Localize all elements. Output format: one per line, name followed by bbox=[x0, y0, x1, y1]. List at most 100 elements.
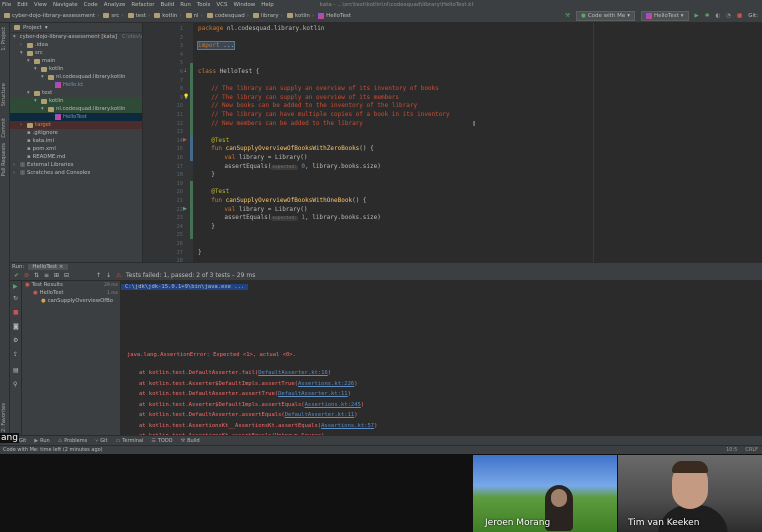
camera-icon[interactable]: ◙ bbox=[13, 323, 19, 330]
chevron-down-icon[interactable]: ▾ bbox=[27, 58, 32, 64]
stack-trace-link[interactable]: DefaultAsserter.kt:16 bbox=[258, 370, 328, 376]
pin-icon[interactable]: ⚲ bbox=[13, 381, 17, 388]
menu-item-analyze[interactable]: Analyze bbox=[104, 2, 126, 8]
project-tree-row[interactable]: ▾ main bbox=[10, 57, 142, 65]
project-tree-row[interactable]: ▾ test bbox=[10, 89, 142, 97]
rerun-failed-icon[interactable]: ↻ bbox=[13, 295, 18, 302]
breadcrumb-item[interactable]: codesquad › bbox=[206, 13, 249, 19]
menu-item-view[interactable]: View bbox=[34, 2, 47, 8]
chevron-down-icon[interactable]: ▾ bbox=[27, 90, 32, 96]
chevron-down-icon[interactable]: ▾ bbox=[20, 50, 25, 56]
breadcrumb-item[interactable]: cyber-dojo-library-assessment › bbox=[4, 13, 99, 19]
export-icon[interactable]: ⇪ bbox=[13, 351, 18, 358]
project-tree-row[interactable]: ▾ src bbox=[10, 49, 142, 57]
bulb-icon[interactable]: 💡 bbox=[183, 94, 189, 100]
project-panel-title[interactable]: Project bbox=[23, 25, 42, 31]
menu-item-window[interactable]: Window bbox=[234, 2, 256, 8]
menu-item-edit[interactable]: Edit bbox=[17, 2, 28, 8]
rerun-icon[interactable]: ▶ bbox=[13, 283, 18, 290]
project-tree-row[interactable]: › target bbox=[10, 121, 142, 129]
project-tree-row[interactable]: ▾ cyber-dojo-library-assessment [kata] C:\… bbox=[10, 33, 142, 41]
stop-icon[interactable]: ■ bbox=[737, 13, 742, 19]
sort-duration-icon[interactable]: ≡ bbox=[44, 272, 49, 279]
run-tab-hellotest[interactable]: HelloTest × bbox=[28, 264, 68, 270]
tool-window-button[interactable]: ⚠ Problems bbox=[58, 438, 88, 444]
check-icon[interactable]: ✔ bbox=[14, 272, 19, 279]
participant-tile-left[interactable]: Jeroen Morang bbox=[473, 455, 617, 532]
caret-position[interactable]: 10:5 bbox=[726, 447, 737, 453]
structure-tool-tab[interactable]: Structure bbox=[1, 83, 7, 106]
project-tree-row[interactable]: Hello.kt bbox=[10, 81, 142, 89]
breadcrumb-item[interactable]: src › bbox=[103, 13, 124, 19]
test-result-row[interactable]: ● HelloTest 1 ms bbox=[22, 289, 120, 297]
menu-item-tools[interactable]: Tools bbox=[197, 2, 211, 8]
tool-window-button[interactable]: ⑂Git bbox=[95, 438, 107, 444]
stack-trace-link[interactable]: Assertions.kt:57 bbox=[321, 423, 374, 429]
stop-icon[interactable]: ■ bbox=[13, 309, 19, 316]
cancel-icon[interactable]: ⊘ bbox=[24, 272, 29, 279]
project-tree-row[interactable]: ▾ kotlin bbox=[10, 65, 142, 73]
sort-alpha-icon[interactable]: ⇅ bbox=[34, 272, 39, 279]
line-separator[interactable]: CRLF bbox=[745, 447, 758, 453]
code-editor[interactable]: 1 2 3 4 5 6 7 8 9 10 11 12 13 14 15 16 17 18 19 20 21 22 23 24 2… bbox=[143, 23, 762, 273]
project-tree-row[interactable]: ▪ pom.xml bbox=[10, 145, 142, 153]
project-tree-row[interactable]: › ▥ Scratches and Consoles bbox=[10, 169, 142, 177]
tool-window-button[interactable]: ☰ TODO bbox=[151, 438, 172, 444]
run-config-combo[interactable]: ● Code with Me ▾ bbox=[576, 11, 635, 21]
project-tree-row[interactable]: ▾ nl.codesquad.library.kotlin bbox=[10, 105, 142, 113]
stack-trace-link[interactable]: DefaultAsserter.kt:11 bbox=[285, 412, 355, 418]
run-test-icon[interactable]: ▶ bbox=[183, 137, 187, 143]
menu-item-navigate[interactable]: Navigate bbox=[53, 2, 78, 8]
menu-item-build[interactable]: Build bbox=[160, 2, 174, 8]
tool-window-button[interactable]: ▭ Terminal bbox=[115, 438, 143, 444]
tool-window-button[interactable]: ▶ Run bbox=[34, 438, 49, 444]
run-console[interactable]: C:\jdk\jdk-15.0.1+9\bin\java.exe ... java… bbox=[121, 281, 762, 435]
favorites-tool-tab[interactable]: 2: Favorites bbox=[1, 403, 7, 432]
breadcrumb-item[interactable]: test › bbox=[127, 13, 150, 19]
participant-tile-right[interactable]: Tim van Keeken bbox=[618, 455, 762, 532]
menu-item-refactor[interactable]: Refactor bbox=[131, 2, 154, 8]
chevron-down-icon[interactable]: ▾ bbox=[13, 34, 16, 40]
menu-item-file[interactable]: File bbox=[2, 2, 11, 8]
chevron-down-icon[interactable]: ▾ bbox=[45, 25, 48, 31]
project-tree-row[interactable]: ▾ nl.codesquad.library.kotlin bbox=[10, 73, 142, 81]
coverage-icon[interactable]: ◐ bbox=[715, 13, 720, 19]
breadcrumb-item[interactable]: kotlin › bbox=[286, 13, 314, 19]
tool-window-button[interactable]: ⚒ Build bbox=[181, 438, 200, 444]
debug-icon[interactable]: ✱ bbox=[705, 13, 710, 19]
chevron-down-icon[interactable]: ▾ bbox=[41, 74, 46, 80]
commit-tool-tab[interactable]: Commit bbox=[1, 118, 7, 138]
next-icon[interactable]: ↓ bbox=[106, 272, 111, 279]
chevron-down-icon[interactable]: ▾ bbox=[34, 98, 39, 104]
settings-icon[interactable]: ⚙ bbox=[13, 337, 18, 344]
chevron-down-icon[interactable]: ▾ bbox=[34, 66, 39, 72]
project-tree-row[interactable]: ▾ kotlin bbox=[10, 97, 142, 105]
stack-trace-link[interactable]: Assertions.kt:226 bbox=[298, 381, 354, 387]
git-label[interactable]: Git: bbox=[748, 13, 758, 19]
project-tree-row[interactable]: HelloTest bbox=[10, 113, 142, 121]
file-config-combo[interactable]: HelloTest ▾ bbox=[640, 11, 689, 21]
chevron-right-icon[interactable]: › bbox=[20, 42, 25, 48]
pull-requests-tool-tab[interactable]: Pull Requests bbox=[1, 143, 7, 176]
menu-item-vcs[interactable]: VCS bbox=[216, 2, 227, 8]
project-tool-tab[interactable]: 1: Project bbox=[1, 27, 7, 51]
project-tree-row[interactable]: ▪ .gitignore bbox=[10, 129, 142, 137]
fold-icon[interactable]: ⇣ bbox=[183, 68, 187, 74]
breadcrumb-item[interactable]: HelloTest bbox=[318, 12, 351, 19]
breadcrumb-item[interactable]: nl › bbox=[185, 13, 203, 19]
chevron-right-icon[interactable]: › bbox=[20, 122, 25, 128]
breadcrumb-item[interactable]: library › bbox=[252, 13, 283, 19]
stack-trace-link[interactable]: DefaultAsserter.kt:11 bbox=[278, 391, 348, 397]
breadcrumb-item[interactable]: kotlin › bbox=[154, 13, 182, 19]
menu-item-run[interactable]: Run bbox=[180, 2, 191, 8]
chevron-right-icon[interactable]: › bbox=[13, 170, 18, 176]
profile-icon[interactable]: ◔ bbox=[726, 13, 731, 19]
layout-icon[interactable]: ▤ bbox=[13, 367, 19, 374]
run-test-icon[interactable]: ▶ bbox=[183, 206, 187, 212]
menu-item-code[interactable]: Code bbox=[84, 2, 98, 8]
project-tree-row[interactable]: ▪ README.md bbox=[10, 153, 142, 161]
collapse-all-icon[interactable]: ⊟ bbox=[64, 272, 69, 279]
expand-all-icon[interactable]: ⊞ bbox=[54, 272, 59, 279]
test-result-row[interactable]: ● Test Results 29 ms bbox=[22, 281, 120, 289]
chevron-right-icon[interactable]: › bbox=[13, 162, 18, 168]
